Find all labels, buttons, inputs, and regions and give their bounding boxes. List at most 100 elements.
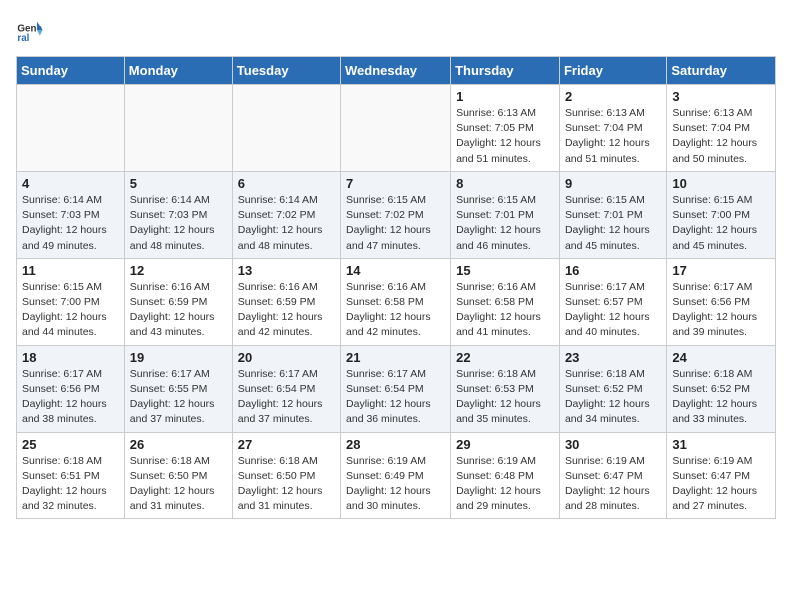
day-number: 10 — [672, 176, 770, 191]
day-number: 15 — [456, 263, 554, 278]
day-of-week-header: Wednesday — [341, 57, 451, 85]
day-number: 18 — [22, 350, 119, 365]
calendar-cell — [341, 85, 451, 172]
calendar-week-row: 4 Sunrise: 6:14 AM Sunset: 7:03 PM Daylig… — [17, 171, 776, 258]
calendar-cell: 29 Sunrise: 6:19 AM Sunset: 6:48 PM Dayli… — [451, 432, 560, 519]
day-of-week-header: Monday — [124, 57, 232, 85]
calendar-cell: 30 Sunrise: 6:19 AM Sunset: 6:47 PM Dayli… — [559, 432, 666, 519]
day-number: 6 — [238, 176, 335, 191]
day-info: Sunrise: 6:17 AM Sunset: 6:54 PM Dayligh… — [346, 367, 445, 428]
calendar-cell: 8 Sunrise: 6:15 AM Sunset: 7:01 PM Daylig… — [451, 171, 560, 258]
calendar-cell: 5 Sunrise: 6:14 AM Sunset: 7:03 PM Daylig… — [124, 171, 232, 258]
day-info: Sunrise: 6:18 AM Sunset: 6:52 PM Dayligh… — [672, 367, 770, 428]
day-of-week-header: Tuesday — [232, 57, 340, 85]
calendar-cell: 1 Sunrise: 6:13 AM Sunset: 7:05 PM Daylig… — [451, 85, 560, 172]
logo-icon: Gene ral — [16, 16, 44, 44]
calendar-cell: 14Sunrise: 6:16 AM Sunset: 6:58 PM Dayli… — [341, 258, 451, 345]
day-info: Sunrise: 6:16 AM Sunset: 6:59 PM Dayligh… — [130, 280, 227, 341]
day-info: Sunrise: 6:13 AM Sunset: 7:05 PM Dayligh… — [456, 106, 554, 167]
day-info: Sunrise: 6:18 AM Sunset: 6:53 PM Dayligh… — [456, 367, 554, 428]
calendar-cell: 17 Sunrise: 6:17 AM Sunset: 6:56 PM Dayli… — [667, 258, 776, 345]
day-info: Sunrise: 6:16 AM Sunset: 6:58 PM Dayligh… — [456, 280, 554, 341]
calendar-cell: 31 Sunrise: 6:19 AM Sunset: 6:47 PM Dayli… — [667, 432, 776, 519]
day-number: 16 — [565, 263, 661, 278]
calendar-cell: 10 Sunrise: 6:15 AM Sunset: 7:00 PM Dayli… — [667, 171, 776, 258]
day-number: 4 — [22, 176, 119, 191]
calendar-cell: 26 Sunrise: 6:18 AM Sunset: 6:50 PM Dayli… — [124, 432, 232, 519]
calendar-cell: 6 Sunrise: 6:14 AM Sunset: 7:02 PM Daylig… — [232, 171, 340, 258]
calendar-cell: 28 Sunrise: 6:19 AM Sunset: 6:49 PM Dayli… — [341, 432, 451, 519]
day-info: Sunrise: 6:16 AM Sunset: 6:58 PM Dayligh… — [346, 280, 445, 341]
day-number: 28 — [346, 437, 445, 452]
day-info: Sunrise: 6:15 AM Sunset: 7:02 PM Dayligh… — [346, 193, 445, 254]
day-of-week-header: Sunday — [17, 57, 125, 85]
day-info: Sunrise: 6:14 AM Sunset: 7:02 PM Dayligh… — [238, 193, 335, 254]
calendar-week-row: 1 Sunrise: 6:13 AM Sunset: 7:05 PM Daylig… — [17, 85, 776, 172]
day-number: 31 — [672, 437, 770, 452]
calendar-cell: 7Sunrise: 6:15 AM Sunset: 7:02 PM Daylig… — [341, 171, 451, 258]
day-info: Sunrise: 6:15 AM Sunset: 7:00 PM Dayligh… — [672, 193, 770, 254]
day-number: 8 — [456, 176, 554, 191]
calendar-cell: 27Sunrise: 6:18 AM Sunset: 6:50 PM Dayli… — [232, 432, 340, 519]
day-info: Sunrise: 6:17 AM Sunset: 6:56 PM Dayligh… — [672, 280, 770, 341]
day-info: Sunrise: 6:19 AM Sunset: 6:48 PM Dayligh… — [456, 454, 554, 515]
day-info: Sunrise: 6:19 AM Sunset: 6:47 PM Dayligh… — [565, 454, 661, 515]
calendar-cell: 12 Sunrise: 6:16 AM Sunset: 6:59 PM Dayli… — [124, 258, 232, 345]
calendar-cell: 9Sunrise: 6:15 AM Sunset: 7:01 PM Daylig… — [559, 171, 666, 258]
day-number: 25 — [22, 437, 119, 452]
day-info: Sunrise: 6:15 AM Sunset: 7:01 PM Dayligh… — [565, 193, 661, 254]
day-number: 30 — [565, 437, 661, 452]
day-number: 22 — [456, 350, 554, 365]
day-number: 23 — [565, 350, 661, 365]
day-info: Sunrise: 6:17 AM Sunset: 6:56 PM Dayligh… — [22, 367, 119, 428]
day-of-week-header: Thursday — [451, 57, 560, 85]
day-info: Sunrise: 6:18 AM Sunset: 6:51 PM Dayligh… — [22, 454, 119, 515]
day-info: Sunrise: 6:14 AM Sunset: 7:03 PM Dayligh… — [130, 193, 227, 254]
calendar-week-row: 11Sunrise: 6:15 AM Sunset: 7:00 PM Dayli… — [17, 258, 776, 345]
calendar-cell: 16Sunrise: 6:17 AM Sunset: 6:57 PM Dayli… — [559, 258, 666, 345]
day-info: Sunrise: 6:13 AM Sunset: 7:04 PM Dayligh… — [672, 106, 770, 167]
calendar-cell: 2 Sunrise: 6:13 AM Sunset: 7:04 PM Daylig… — [559, 85, 666, 172]
day-number: 20 — [238, 350, 335, 365]
day-info: Sunrise: 6:15 AM Sunset: 7:01 PM Dayligh… — [456, 193, 554, 254]
calendar-cell — [232, 85, 340, 172]
calendar-cell: 19Sunrise: 6:17 AM Sunset: 6:55 PM Dayli… — [124, 345, 232, 432]
day-info: Sunrise: 6:15 AM Sunset: 7:00 PM Dayligh… — [22, 280, 119, 341]
calendar-week-row: 18 Sunrise: 6:17 AM Sunset: 6:56 PM Dayli… — [17, 345, 776, 432]
day-number: 19 — [130, 350, 227, 365]
day-info: Sunrise: 6:19 AM Sunset: 6:47 PM Dayligh… — [672, 454, 770, 515]
day-number: 24 — [672, 350, 770, 365]
day-info: Sunrise: 6:14 AM Sunset: 7:03 PM Dayligh… — [22, 193, 119, 254]
day-of-week-header: Saturday — [667, 57, 776, 85]
day-number: 5 — [130, 176, 227, 191]
calendar-cell: 20 Sunrise: 6:17 AM Sunset: 6:54 PM Dayli… — [232, 345, 340, 432]
calendar-cell: 24 Sunrise: 6:18 AM Sunset: 6:52 PM Dayli… — [667, 345, 776, 432]
day-number: 21 — [346, 350, 445, 365]
day-number: 1 — [456, 89, 554, 104]
calendar-cell: 13 Sunrise: 6:16 AM Sunset: 6:59 PM Dayli… — [232, 258, 340, 345]
calendar-header-row: SundayMondayTuesdayWednesdayThursdayFrid… — [17, 57, 776, 85]
day-info: Sunrise: 6:18 AM Sunset: 6:50 PM Dayligh… — [238, 454, 335, 515]
calendar-cell: 22 Sunrise: 6:18 AM Sunset: 6:53 PM Dayli… — [451, 345, 560, 432]
calendar-cell: 18 Sunrise: 6:17 AM Sunset: 6:56 PM Dayli… — [17, 345, 125, 432]
svg-text:ral: ral — [17, 33, 29, 44]
day-info: Sunrise: 6:19 AM Sunset: 6:49 PM Dayligh… — [346, 454, 445, 515]
day-number: 13 — [238, 263, 335, 278]
calendar-cell: 23 Sunrise: 6:18 AM Sunset: 6:52 PM Dayli… — [559, 345, 666, 432]
calendar-cell — [124, 85, 232, 172]
day-number: 2 — [565, 89, 661, 104]
day-number: 17 — [672, 263, 770, 278]
day-number: 29 — [456, 437, 554, 452]
day-number: 26 — [130, 437, 227, 452]
calendar-cell: 4 Sunrise: 6:14 AM Sunset: 7:03 PM Daylig… — [17, 171, 125, 258]
calendar-cell: 3 Sunrise: 6:13 AM Sunset: 7:04 PM Daylig… — [667, 85, 776, 172]
day-number: 3 — [672, 89, 770, 104]
day-info: Sunrise: 6:13 AM Sunset: 7:04 PM Dayligh… — [565, 106, 661, 167]
day-info: Sunrise: 6:17 AM Sunset: 6:54 PM Dayligh… — [238, 367, 335, 428]
calendar-cell — [17, 85, 125, 172]
day-info: Sunrise: 6:16 AM Sunset: 6:59 PM Dayligh… — [238, 280, 335, 341]
day-info: Sunrise: 6:18 AM Sunset: 6:50 PM Dayligh… — [130, 454, 227, 515]
day-info: Sunrise: 6:18 AM Sunset: 6:52 PM Dayligh… — [565, 367, 661, 428]
calendar-cell: 11Sunrise: 6:15 AM Sunset: 7:00 PM Dayli… — [17, 258, 125, 345]
day-number: 12 — [130, 263, 227, 278]
